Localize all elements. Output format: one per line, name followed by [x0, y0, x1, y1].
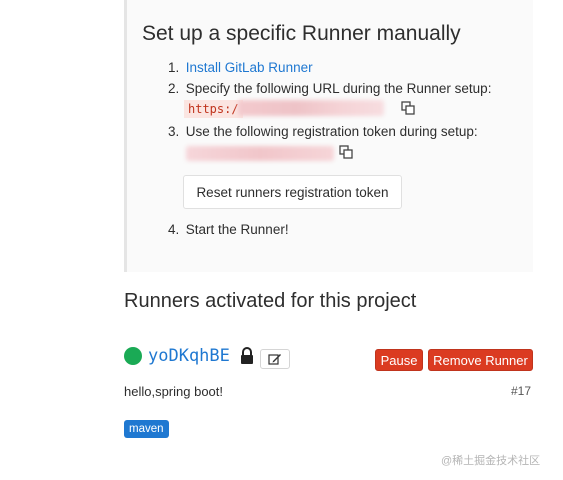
runner-url-code: https:/	[184, 100, 243, 118]
setup-title: Set up a specific Runner manually	[142, 22, 461, 45]
redacted-token	[186, 146, 334, 161]
runner-tag: maven	[124, 420, 169, 438]
watermark: @稀土掘金技术社区	[441, 455, 541, 467]
step-3: 3. Use the following registration token …	[168, 124, 478, 139]
runner-status-icon	[124, 347, 142, 365]
redacted-url	[238, 100, 384, 116]
step-text: Start the Runner!	[185, 222, 289, 237]
step-number: 4.	[168, 222, 180, 237]
step-1: 1. Install GitLab Runner	[168, 60, 313, 75]
step-text: Specify the following URL during the Run…	[185, 81, 492, 96]
runner-description: hello,spring boot!	[124, 384, 224, 399]
runner-name-link[interactable]: yoDKqhBE	[148, 346, 230, 366]
reset-token-button[interactable]: Reset runners registration token	[183, 175, 402, 209]
edit-runner-button[interactable]	[260, 349, 290, 369]
pause-button[interactable]: Pause	[375, 349, 423, 371]
step-2: 2. Specify the following URL during the …	[168, 81, 491, 96]
copy-token-icon[interactable]	[339, 145, 353, 159]
lock-icon	[241, 347, 253, 364]
step-number: 1.	[168, 60, 180, 75]
install-runner-link[interactable]: Install GitLab Runner	[186, 60, 313, 75]
remove-runner-button[interactable]: Remove Runner	[428, 349, 533, 371]
runner-id: #17	[511, 384, 532, 398]
edit-icon	[268, 354, 281, 365]
copy-url-icon[interactable]	[401, 101, 415, 115]
step-text: Use the following registration token dur…	[185, 124, 478, 139]
step-4: 4. Start the Runner!	[168, 222, 289, 237]
runners-section-title: Runners activated for this project	[124, 290, 417, 312]
step-number: 3.	[168, 124, 180, 139]
step-number: 2.	[168, 81, 180, 96]
